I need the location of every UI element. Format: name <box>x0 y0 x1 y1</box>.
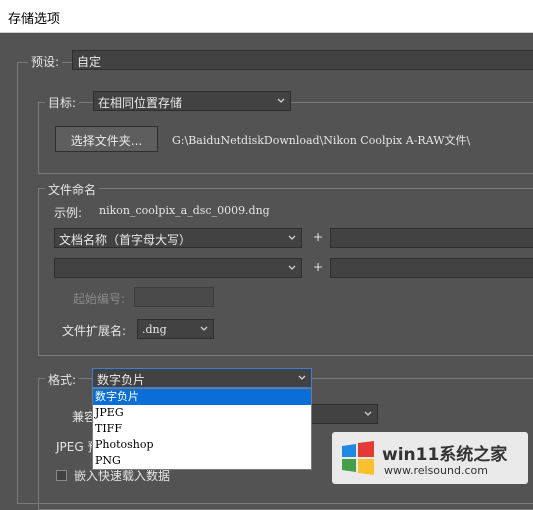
format-option[interactable]: TIFF <box>93 421 311 437</box>
choose-folder-button[interactable]: 选择文件夹... <box>55 126 158 152</box>
file-naming-label: 文件命名 <box>45 181 100 198</box>
naming-field-1[interactable] <box>330 228 533 248</box>
preset-select[interactable]: 自定 <box>72 50 533 70</box>
format-option[interactable]: 数字负片 <box>93 389 311 405</box>
destination-select-value: 在相同位置存储 <box>98 96 183 110</box>
extension-select-value: .dng <box>142 323 167 336</box>
start-number-input[interactable] <box>134 287 214 307</box>
chevron-down-icon <box>298 375 306 380</box>
preset-label: 预设: <box>28 53 63 70</box>
dialog-titlebar: 存储选项 <box>0 0 533 33</box>
chevron-down-icon <box>288 235 296 240</box>
naming-select-2[interactable] <box>54 258 302 278</box>
naming-field-2[interactable] <box>330 258 533 278</box>
chevron-down-icon <box>277 98 285 103</box>
format-select[interactable]: 数字负片 <box>92 368 312 388</box>
chevron-down-icon <box>364 411 372 416</box>
dialog-title: 存储选项 <box>8 12 61 27</box>
chevron-down-icon <box>200 326 208 331</box>
destination-label: 目标: <box>45 94 80 111</box>
format-option[interactable]: Photoshop <box>93 437 311 453</box>
example-label: 示例: <box>54 206 83 220</box>
watermark-text: win11系统之家 <box>382 445 508 465</box>
format-select-value: 数字负片 <box>97 373 146 387</box>
extension-select[interactable]: .dng <box>137 319 214 339</box>
chevron-down-icon <box>288 265 296 270</box>
example-filename: nikon_coolpix_a_dsc_0009.dng <box>99 204 270 217</box>
extension-label: 文件扩展名: <box>62 324 127 338</box>
format-dropdown-list: 数字负片 JPEG TIFF Photoshop PNG <box>92 388 312 470</box>
windows-logo-icon <box>342 441 374 475</box>
format-label: 格式: <box>45 371 80 388</box>
format-option[interactable]: JPEG <box>93 405 311 421</box>
plus-sign-1: + <box>313 230 324 244</box>
destination-path: G:\BaiduNetdiskDownload\Nikon Coolpix A-… <box>172 134 471 147</box>
watermark-url: www.relsound.com <box>384 464 488 477</box>
watermark: win11系统之家 www.relsound.com <box>332 432 528 484</box>
start-number-label: 起始编号: <box>73 292 126 306</box>
plus-sign-2: + <box>313 260 324 274</box>
embed-fast-load-checkbox[interactable] <box>56 470 67 481</box>
naming-select-1-value: 文档名称（首字母大写） <box>59 233 192 247</box>
destination-select[interactable]: 在相同位置存储 <box>93 91 291 111</box>
format-option[interactable]: PNG <box>93 453 311 469</box>
naming-select-1[interactable]: 文档名称（首字母大写） <box>54 228 302 248</box>
